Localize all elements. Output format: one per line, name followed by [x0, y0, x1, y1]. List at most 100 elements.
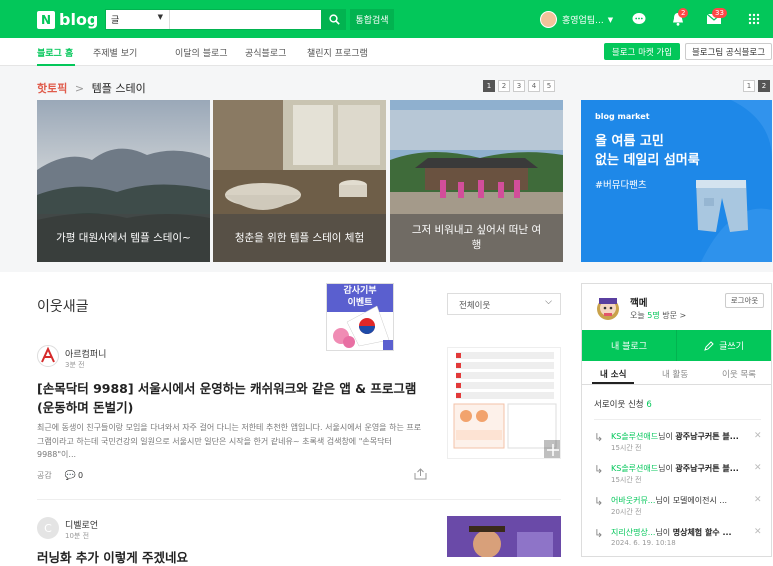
- post-thumbnail[interactable]: [447, 347, 561, 459]
- visit-count: 5명: [647, 311, 660, 320]
- news-who: KS솔루션애드: [611, 464, 659, 473]
- donation-event-text: 감사기부 이벤트: [327, 285, 393, 309]
- sub-nav: 블로그 홈 주제별 보기 이달의 블로그 공식블로그 챌린지 프로그램 블로그 …: [0, 38, 773, 66]
- search-input[interactable]: [172, 11, 320, 28]
- official-blog-button[interactable]: 블로그팀 공식블로그: [685, 43, 772, 60]
- news-item[interactable]: ↳ KS솔루션애드님이 광주남구커튼 블... 15시간 전 ✕: [594, 431, 769, 461]
- hot-topic-title: 템플 스테이: [91, 82, 146, 95]
- hot-topic-label[interactable]: 핫토픽: [37, 82, 67, 95]
- page-3[interactable]: 3: [513, 80, 525, 92]
- message-badge: 33: [712, 8, 727, 18]
- nav-blog-home[interactable]: 블로그 홈: [37, 46, 73, 59]
- hot-topic-card[interactable]: 청춘을 위한 템플 스테이 체험: [213, 100, 386, 262]
- logo-n-mark: N: [37, 10, 55, 29]
- post-time: 3분 전: [65, 361, 85, 369]
- search-icon: [328, 14, 340, 25]
- panel-action-bar: 내 블로그 글쓰기: [582, 330, 771, 361]
- hot-topic-card[interactable]: 가평 대원사에서 템플 스테이~: [37, 100, 210, 262]
- avatar: [540, 11, 557, 28]
- hot-topic-card[interactable]: 그저 비워내고 싶어서 떠난 여행: [390, 100, 563, 262]
- news-time: 20시간 전: [611, 508, 642, 516]
- notification-badge: 2: [678, 8, 689, 18]
- hot-topic-header: 핫토픽 > 템플 스테이: [37, 80, 146, 96]
- card-caption: 그저 비워내고 싶어서 떠난 여행: [390, 214, 563, 262]
- reply-arrow-icon: ↳: [594, 495, 604, 508]
- grid-menu-icon[interactable]: [746, 12, 762, 26]
- reply-arrow-icon: ↳: [594, 527, 604, 540]
- close-icon[interactable]: ✕: [754, 463, 762, 473]
- promo-line-1: 감사기부: [343, 286, 377, 296]
- naver-blog-logo[interactable]: N blog: [37, 10, 98, 29]
- post-excerpt[interactable]: 최근에 동생이 친구들이랑 모임을 다녀와서 자주 걸어 다니는 저한테 추천한…: [37, 421, 425, 462]
- search-scope-select[interactable]: 글 ▼: [106, 10, 170, 29]
- page-1[interactable]: 1: [483, 80, 495, 92]
- unified-search-button[interactable]: 통합검색: [350, 9, 394, 30]
- filter-label: 전체이웃: [459, 301, 491, 311]
- write-button[interactable]: 글쓰기: [677, 330, 771, 361]
- nav-official-blogs[interactable]: 공식블로그: [245, 46, 286, 59]
- news-text: 님이: [655, 528, 671, 537]
- my-blog-panel: 깩메 오늘 5명 방문 > 로그아웃 내 블로그 글쓰기 내 소식 내 활동 이…: [581, 283, 772, 557]
- profile-name[interactable]: 깩메: [630, 295, 647, 309]
- logout-button[interactable]: 로그아웃: [725, 293, 764, 308]
- profile-avatar[interactable]: [594, 293, 622, 321]
- search-scope-label: 글: [111, 16, 120, 26]
- ad-pager: 1 2: [743, 80, 770, 92]
- post-title[interactable]: [손목닥터 9988] 서울시에서 운영하는 캐쉬워크와 같은 앱 & 프로그램…: [37, 379, 425, 417]
- like-button[interactable]: 공감: [37, 470, 52, 481]
- search-button[interactable]: [322, 9, 346, 30]
- author-avatar[interactable]: C: [37, 517, 59, 539]
- close-icon[interactable]: ✕: [754, 431, 762, 441]
- ad-page-2[interactable]: 2: [758, 80, 770, 92]
- news-who: 어바웃커뮤...: [611, 496, 656, 505]
- news-target: 광주남구커튼 블...: [675, 464, 739, 473]
- post-thumbnail[interactable]: [447, 516, 561, 557]
- neighbor-filter-select[interactable]: 전체이웃 ⌵: [447, 293, 561, 315]
- news-target: 광주남구커튼 블...: [675, 432, 739, 441]
- news-text: 님이 모델에이전시 ...: [655, 496, 728, 505]
- ad-page-1[interactable]: 1: [743, 80, 755, 92]
- nav-blog-of-month[interactable]: 이달의 블로그: [175, 46, 228, 59]
- nav-topics[interactable]: 주제별 보기: [93, 46, 137, 59]
- breadcrumb-separator: >: [74, 82, 85, 95]
- pencil-icon: [704, 340, 714, 351]
- blog-market-join-button[interactable]: 블로그 마켓 가입: [604, 43, 680, 60]
- news-item[interactable]: ↳ 지리산명상...님이 명상체험 할수 ... 2024. 6. 19. 10…: [594, 527, 769, 556]
- share-icon[interactable]: [414, 468, 427, 480]
- tab-neighbor-list[interactable]: 이웃 목록: [722, 368, 756, 380]
- blog-market-ad[interactable]: blog market 올 여름 고민 없는 데일리 섬머룩 #버뮤다팬츠: [581, 100, 772, 262]
- neighbor-request-label: 서로이웃 신청: [594, 400, 644, 410]
- user-menu[interactable]: 홍영업팀... ▼: [540, 11, 613, 28]
- tab-my-news[interactable]: 내 소식: [600, 368, 626, 380]
- news-time: 2024. 6. 19. 10:18: [611, 539, 676, 547]
- page-5[interactable]: 5: [543, 80, 555, 92]
- top-bar: N blog 글 ▼ 통합검색 홍영업팀... ▼ 2 33: [0, 0, 773, 38]
- page-2[interactable]: 2: [498, 80, 510, 92]
- visit-stats[interactable]: 오늘 5명 방문 >: [630, 310, 686, 321]
- user-name: 홍영업팀...: [562, 16, 604, 26]
- page-4[interactable]: 4: [528, 80, 540, 92]
- nav-challenge[interactable]: 챌린지 프로그램: [307, 46, 368, 59]
- ad-hashtag: #버뮤다팬츠: [595, 180, 647, 191]
- post-author[interactable]: 아르컴퍼니: [65, 347, 106, 360]
- donation-event-banner[interactable]: 감사기부 이벤트: [326, 283, 394, 351]
- logo-text: blog: [59, 10, 99, 29]
- visit-label: 오늘: [630, 311, 645, 320]
- author-avatar[interactable]: [37, 345, 59, 367]
- ad-headline-line1: 올 여름 고민: [595, 134, 664, 149]
- caret-down-icon: ▼: [157, 13, 163, 21]
- reply-arrow-icon: ↳: [594, 431, 604, 444]
- post-thumbnail-image: [448, 348, 560, 458]
- news-time: 15시간 전: [611, 444, 642, 452]
- close-icon[interactable]: ✕: [754, 527, 762, 537]
- post-author[interactable]: 디벨로언: [65, 518, 98, 531]
- ad-headline-line2: 없는 데일리 섬머룩: [595, 153, 700, 168]
- neighbor-request-status[interactable]: 서로이웃 신청 6: [594, 398, 652, 410]
- comment-icon[interactable]: 💬: [65, 471, 76, 481]
- news-item[interactable]: ↳ KS솔루션애드님이 광주남구커튼 블... 15시간 전 ✕: [594, 463, 769, 493]
- news-item[interactable]: ↳ 어바웃커뮤...님이 모델에이전시 ... 20시간 전 ✕: [594, 495, 769, 525]
- chat-icon[interactable]: [631, 12, 647, 26]
- close-icon[interactable]: ✕: [754, 495, 762, 505]
- tab-my-activity[interactable]: 내 활동: [662, 368, 688, 380]
- my-blog-button[interactable]: 내 블로그: [582, 330, 677, 361]
